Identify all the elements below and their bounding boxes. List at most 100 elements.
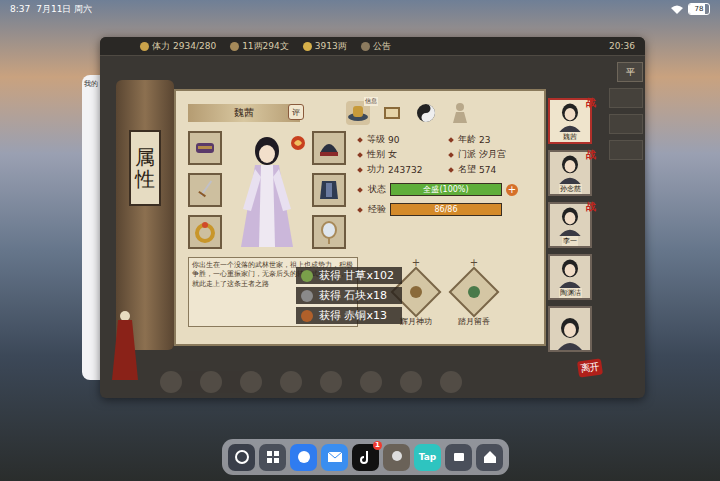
diamond-icon <box>448 152 454 158</box>
dock-app[interactable]: Tap <box>414 444 441 471</box>
notice-icon <box>361 42 370 51</box>
equipment-slot[interactable] <box>188 215 222 249</box>
content-row: 等级90年龄23性别女门派汐月宫功力243732名望574状态全盛(100%)+… <box>188 131 534 249</box>
dock-app[interactable]: 1 <box>352 444 379 471</box>
tiktok-icon <box>358 449 374 465</box>
top-bar-item[interactable]: 3913两 <box>303 40 347 53</box>
diamond-icon <box>357 152 363 158</box>
dock-app[interactable] <box>476 444 503 471</box>
top-bar-item[interactable]: 公告 <box>361 40 391 53</box>
screen: 8:377月11日 周六78我的体力2934/28011两294文3913两公告… <box>0 0 720 481</box>
bar-track: 全盛(100%) <box>390 183 502 196</box>
stat-label: 年龄 <box>458 133 476 146</box>
team-list: 魏茜战孙念慈战李一战陶渊洁离开 <box>548 98 596 366</box>
game-clock: 20:36 <box>609 41 635 51</box>
stat-label: 名望 <box>458 163 476 176</box>
book-icon <box>380 101 404 125</box>
herb-icon <box>300 269 314 283</box>
equipment-grid <box>188 131 348 249</box>
sword-icon <box>192 177 218 203</box>
diamond-icon <box>357 207 363 213</box>
stat-value: 90 <box>388 135 399 145</box>
stat-value: 女 <box>388 148 397 161</box>
top-bar-value: 3913两 <box>315 40 347 53</box>
toolbar-button[interactable] <box>200 371 222 393</box>
stats: 等级90年龄23性别女门派汐月宫功力243732名望574状态全盛(100%)+… <box>358 131 534 249</box>
member-name: 李一 <box>562 236 578 246</box>
diamond-icon <box>448 137 454 143</box>
battle-badge: 战 <box>586 148 596 162</box>
stat-bar-row: 经验86/86 <box>358 203 534 216</box>
icon-tab-label: 信息 <box>364 97 378 106</box>
dock-app[interactable] <box>228 444 255 471</box>
ingot-icon <box>303 42 312 51</box>
toolbar-button[interactable] <box>440 371 462 393</box>
side-rail-button[interactable] <box>609 114 643 134</box>
icon-tab[interactable] <box>380 101 404 125</box>
icon-tab[interactable] <box>414 101 438 125</box>
skill-icon <box>408 284 424 300</box>
leave-button[interactable]: 离开 <box>577 358 603 377</box>
yinyang-icon <box>414 101 438 125</box>
battery-text: 78 <box>695 5 704 13</box>
skill[interactable]: +踏月留香 <box>456 257 492 327</box>
rating-button[interactable]: 评 <box>288 104 304 120</box>
dock-app[interactable] <box>383 444 410 471</box>
top-bar-item[interactable]: 11两294文 <box>230 40 289 53</box>
scroll-roller: 属性 <box>116 80 174 350</box>
icon-tab[interactable]: 信息 <box>346 101 370 125</box>
tassel-icon <box>110 310 140 380</box>
panel-title: 属性 <box>135 146 155 190</box>
battle-badge: 战 <box>586 96 596 110</box>
battle-badge: 战 <box>586 200 596 214</box>
skills: +辉月神功 +踏月留香 <box>398 257 492 327</box>
diamond-icon <box>357 167 363 173</box>
skill[interactable]: +辉月神功 <box>398 257 434 327</box>
dock-app[interactable] <box>445 444 472 471</box>
dock: 1 Tap <box>222 439 509 475</box>
equipment-slot[interactable] <box>312 215 346 249</box>
copper-icon <box>300 309 314 323</box>
team-member[interactable]: 李一战 <box>548 202 592 248</box>
toolbar-button[interactable] <box>400 371 422 393</box>
panel-title-box: 属性 <box>129 130 161 206</box>
equipment-slot[interactable] <box>188 131 222 165</box>
dock-app[interactable] <box>290 444 317 471</box>
top-bar-value: 2934/280 <box>173 41 216 51</box>
side-button[interactable]: 平 <box>617 62 643 82</box>
toolbar-button[interactable] <box>320 371 342 393</box>
top-bar-value: 11两294文 <box>242 40 289 53</box>
team-member[interactable]: 陶渊洁 <box>548 254 592 300</box>
toolbar-button[interactable] <box>360 371 382 393</box>
side-rail-button[interactable] <box>609 88 643 108</box>
stat-bar-row: 状态全盛(100%)+ <box>358 183 534 196</box>
equipment-slot[interactable] <box>312 131 346 165</box>
member-name: 魏茜 <box>562 132 578 142</box>
stat-value: 汐月宫 <box>479 148 506 161</box>
top-bar-label: 体力 <box>152 40 170 53</box>
icon-tab[interactable] <box>448 101 472 125</box>
equipment-slot[interactable] <box>188 173 222 207</box>
notification-text: 获得 甘草x102 <box>319 268 394 283</box>
toolbar-button[interactable] <box>240 371 262 393</box>
attribute-panel: 魏茜评信息等级90年龄23性别女门派汐月宫功力243732名望574状态全盛(1… <box>174 89 546 346</box>
stat-row: 功力243732 <box>358 163 443 176</box>
character-name: 魏茜 <box>234 106 254 120</box>
grid-icon <box>265 449 281 465</box>
name-banner: 魏茜评 <box>188 104 300 122</box>
skill-name: 辉月神功 <box>400 316 432 327</box>
team-member[interactable] <box>548 306 592 352</box>
top-bar-item[interactable]: 体力2934/280 <box>140 40 216 53</box>
toolbar-button[interactable] <box>280 371 302 393</box>
toolbar-button[interactable] <box>160 371 182 393</box>
team-member[interactable]: 魏茜战 <box>548 98 592 144</box>
files-icon <box>451 449 467 465</box>
equipment-slot[interactable] <box>312 173 346 207</box>
dock-app[interactable] <box>321 444 348 471</box>
notification: 获得 石块x18 <box>296 287 402 304</box>
ring-icon <box>192 219 218 245</box>
side-rail-button[interactable] <box>609 140 643 160</box>
add-button[interactable]: + <box>506 184 518 196</box>
team-member[interactable]: 孙念慈战 <box>548 150 592 196</box>
dock-app[interactable] <box>259 444 286 471</box>
